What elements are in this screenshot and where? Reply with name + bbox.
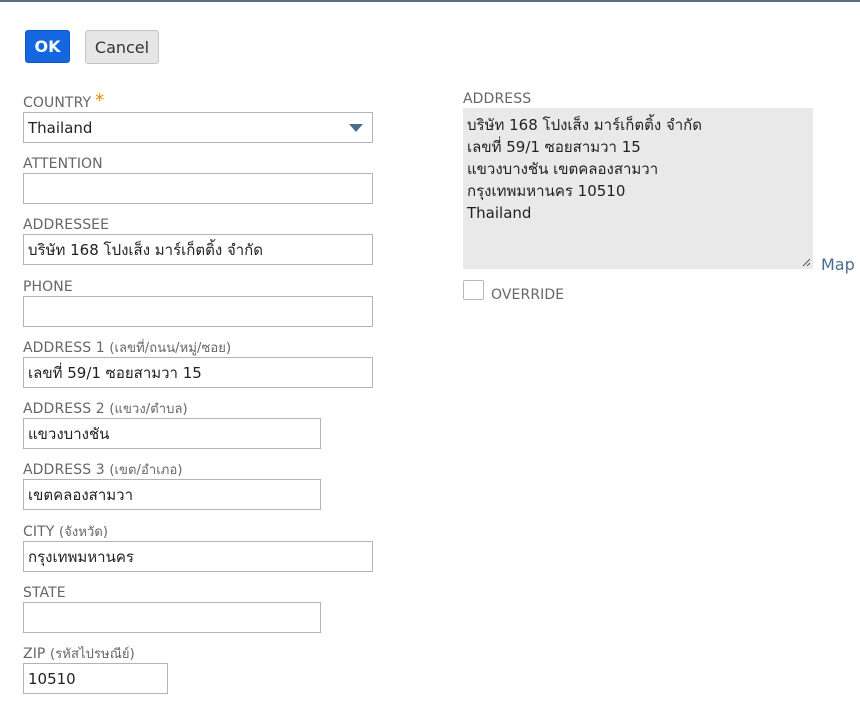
city-field[interactable]: กรุงเทพมหานคร — [23, 541, 373, 572]
address3-label-sub: (เขต/อำเภอ) — [109, 463, 183, 478]
address-line: Thailand — [467, 204, 532, 222]
address1-label-sub: (เลขที่/ถนน/หมู่/ซอย) — [109, 341, 232, 356]
map-link[interactable]: Map — [821, 255, 855, 274]
address-line: แขวงบางชัน เขตคลองสามวา — [467, 160, 659, 178]
address1-label: ADDRESS 1 (เลขที่/ถนน/หมู่/ซอย) — [23, 340, 231, 357]
attention-field[interactable] — [23, 173, 373, 204]
dropdown-arrow-icon[interactable] — [349, 124, 363, 132]
address-line: เลขที่ 59/1 ซอยสามวา 15 — [467, 138, 641, 156]
address2-label-sub: (แขวง/ตำบล) — [109, 402, 188, 417]
addressee-label: ADDRESSEE — [23, 217, 110, 233]
address3-field[interactable]: เขตคลองสามวา — [23, 479, 321, 510]
override-label: OVERRIDE — [491, 287, 565, 303]
addressee-field[interactable]: บริษัท 168 โปงเส็ง มาร์เก็ตติ้ง จำกัด — [23, 234, 373, 265]
address3-label-text: ADDRESS 3 — [23, 462, 105, 478]
ok-button[interactable]: OK — [25, 30, 70, 63]
required-asterisk: * — [95, 90, 105, 111]
zip-label-sub: (รหัสไปรษณีย์) — [50, 647, 135, 662]
country-value: Thailand — [28, 118, 93, 137]
state-field[interactable] — [23, 602, 321, 633]
cancel-button[interactable]: Cancel — [85, 30, 159, 64]
address2-label-text: ADDRESS 2 — [23, 401, 105, 417]
address-line: กรุงเทพมหานคร 10510 — [467, 182, 626, 200]
resize-handle-icon[interactable] — [801, 257, 811, 267]
country-label-text: COUNTRY — [23, 95, 92, 111]
phone-label: PHONE — [23, 279, 73, 295]
address1-field[interactable]: เลขที่ 59/1 ซอยสามวา 15 — [23, 357, 373, 388]
city-label-text: CITY — [23, 524, 55, 540]
zip-label: ZIP (รหัสไปรษณีย์) — [23, 646, 135, 663]
top-border — [0, 0, 860, 2]
address-textarea[interactable]: บริษัท 168 โปงเส็ง มาร์เก็ตติ้ง จำกัด เล… — [463, 108, 813, 269]
city-label-sub: (จังหวัด) — [58, 525, 109, 540]
address3-label: ADDRESS 3 (เขต/อำเภอ) — [23, 462, 183, 479]
state-label: STATE — [23, 585, 66, 601]
address1-label-text: ADDRESS 1 — [23, 340, 105, 356]
attention-label: ATTENTION — [23, 156, 103, 172]
phone-field[interactable] — [23, 296, 373, 327]
address-line: บริษัท 168 โปงเส็ง มาร์เก็ตติ้ง จำกัด — [467, 116, 702, 134]
address-label: ADDRESS — [463, 91, 532, 107]
zip-field[interactable]: 10510 — [23, 663, 168, 694]
address2-field[interactable]: แขวงบางชัน — [23, 418, 321, 449]
country-select[interactable]: Thailand — [23, 112, 373, 143]
country-label: COUNTRY * — [23, 92, 104, 112]
override-checkbox[interactable] — [463, 280, 484, 300]
zip-label-text: ZIP — [23, 646, 46, 662]
city-label: CITY (จังหวัด) — [23, 524, 108, 541]
address2-label: ADDRESS 2 (แขวง/ตำบล) — [23, 401, 188, 418]
